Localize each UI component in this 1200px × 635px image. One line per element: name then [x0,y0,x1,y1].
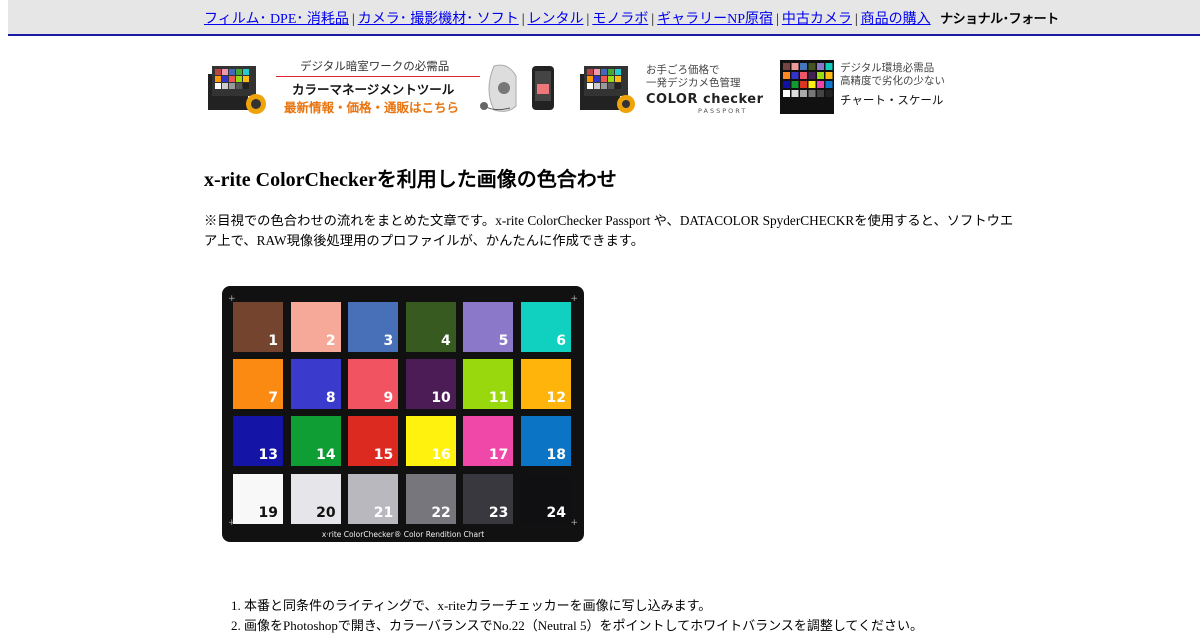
patch-number: 1 [268,333,278,349]
chart-label: x·rite ColorChecker® Color Rendition Cha… [222,530,584,539]
passport-product-icon [578,60,640,116]
banner-text-line2: 高精度で劣化の少ない [840,75,945,87]
color-patch: 13 [233,416,283,466]
nav-link-camera[interactable]: カメラ･ 撮影機材･ ソフト [358,12,519,27]
color-patch: 2 [291,302,341,352]
color-patch: 1 [233,302,283,352]
color-patch: 6 [521,302,571,352]
color-patch: 3 [348,302,398,352]
patch-number: 6 [556,333,566,349]
patch-number: 7 [268,390,278,406]
nav-separator: | [522,12,525,27]
patch-number: 12 [547,390,566,406]
banner-color-management[interactable]: デジタル暗室ワークの必需品 カラーマネージメントツール 最新情報・価格・通販はこ… [206,56,562,118]
nav-separator: | [776,12,779,27]
passport-logo-sub: PASSPORT [698,107,747,115]
instructions-list: 本番と同条件のライティングで、x-riteカラーチェッカーを画像に写し込みます。… [244,596,923,635]
crosshair-mark: + [570,294,578,304]
color-patch: 10 [406,359,456,409]
color-patch: 17 [463,416,513,466]
banner-colorchecker-passport[interactable]: お手ごろ価格で一発デジカメ色管理 COLOR checker PASSPORT [578,56,758,118]
patch-number: 20 [316,505,335,521]
patch-number: 8 [326,390,336,406]
color-patch: 8 [291,359,341,409]
color-patch: 23 [463,474,513,524]
colorchecker-logo: COLOR checker [646,92,764,107]
color-patch: 19 [233,474,283,524]
color-patch: 21 [348,474,398,524]
page-title: x-rite ColorCheckerを利用した画像の色合わせ [204,163,617,192]
color-patch: 24 [521,474,571,524]
banner-text-line1: デジタル環境必需品 [840,62,934,74]
banner-cta: 最新情報・価格・通販はこちら [284,97,459,116]
nav-separator: | [855,12,858,27]
banner-chart-scale[interactable]: デジタル環境必需品高精度で劣化の少ない チャート・スケール [778,56,958,118]
banner-heading: デジタル暗室ワークの必需品 [300,58,449,74]
color-patch: 18 [521,416,571,466]
intro-text: ※目視での色合わせの流れをまとめた文章です。x-rite ColorChecke… [204,211,1014,251]
nav-link-used-camera[interactable]: 中古カメラ [782,12,852,27]
patch-number: 21 [374,505,393,521]
colorimeter-device-icon [474,60,562,116]
banner-text: デジタル環境必需品高精度で劣化の少ない [840,62,945,88]
color-patch: 12 [521,359,571,409]
list-item: 画像をPhotoshopで開き、カラーバランスでNo.22（Neutral 5）… [244,616,923,635]
banner-subheading: カラーマネージメントツール [292,79,454,98]
color-chart-icon [780,60,834,114]
nav-separator: | [352,12,355,27]
patch-number: 16 [431,447,450,463]
nav-links: フィルム･ DPE･ 消耗品|カメラ･ 撮影機材･ ソフト|レンタル|モノラボ|… [204,8,1059,28]
patch-number: 14 [316,447,335,463]
crosshair-mark: + [570,518,578,528]
color-patch: 4 [406,302,456,352]
patch-number: 11 [489,390,508,406]
patch-number: 23 [489,505,508,521]
patch-number: 10 [431,390,450,406]
patch-number: 19 [259,505,278,521]
color-patch: 11 [463,359,513,409]
brand-logo[interactable]: ナショナル･フォート [940,12,1059,27]
nav-separator: | [651,12,654,27]
nav-link-monolab[interactable]: モノラボ [592,12,648,27]
nav-link-film[interactable]: フィルム･ DPE･ 消耗品 [204,12,349,27]
color-patch: 5 [463,302,513,352]
patch-number: 18 [547,447,566,463]
colorchecker-chart-image: + + + + 12345678910111213141516171819202… [222,286,584,542]
patch-number: 4 [441,333,451,349]
nav-link-gallery[interactable]: ギャラリーNP原宿 [657,12,773,27]
color-patch: 9 [348,359,398,409]
top-navigation-bar: フィルム･ DPE･ 消耗品|カメラ･ 撮影機材･ ソフト|レンタル|モノラボ|… [8,0,1200,36]
patch-number: 9 [383,390,393,406]
color-patch: 16 [406,416,456,466]
color-patch: 14 [291,416,341,466]
color-patch: 7 [233,359,283,409]
banner-text: お手ごろ価格で一発デジカメ色管理 [646,64,741,90]
nav-separator: | [587,12,590,27]
nav-link-rental[interactable]: レンタル [528,12,584,27]
patch-number: 5 [499,333,509,349]
banner-subheading: チャート・スケール [840,92,943,108]
colorchecker-passport-icon [206,60,270,116]
color-patch: 22 [406,474,456,524]
patch-number: 24 [547,505,566,521]
patch-number: 17 [489,447,508,463]
patch-number: 22 [431,505,450,521]
banner-divider [276,76,480,77]
color-patch: 15 [348,416,398,466]
list-item: 本番と同条件のライティングで、x-riteカラーチェッカーを画像に写し込みます。 [244,596,923,616]
patch-number: 2 [326,333,336,349]
banner-text-line2: 一発デジカメ色管理 [646,77,741,89]
color-patch: 20 [291,474,341,524]
nav-link-purchase[interactable]: 商品の購入 [861,12,931,27]
patch-number: 15 [374,447,393,463]
patch-number: 3 [383,333,393,349]
patch-number: 13 [259,447,278,463]
banner-text-line1: お手ごろ価格で [646,64,720,76]
